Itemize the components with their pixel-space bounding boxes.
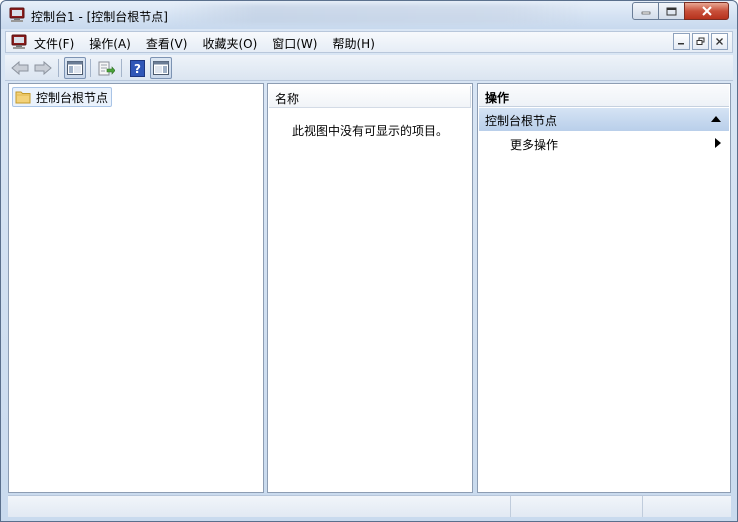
actions-pane: 操作 控制台根节点 更多操作 bbox=[477, 83, 731, 493]
toolbar-separator bbox=[58, 59, 59, 77]
status-bar bbox=[8, 495, 731, 517]
close-icon bbox=[701, 6, 712, 16]
maximize-icon bbox=[666, 7, 677, 15]
menu-favorites[interactable]: 收藏夹(O) bbox=[202, 35, 257, 52]
forward-arrow-icon bbox=[34, 61, 52, 75]
mmc-window: 控制台1 - [控制台根节点] 文件(F) 操作(A) 查看(V) 收藏夹(O)… bbox=[0, 0, 738, 522]
minimize-icon bbox=[678, 43, 684, 45]
caption-buttons bbox=[632, 2, 729, 20]
menu-bar: 文件(F) 操作(A) 查看(V) 收藏夹(O) 窗口(W) 帮助(H) bbox=[5, 31, 733, 53]
menu-view[interactable]: 查看(V) bbox=[146, 35, 188, 52]
menu-items: 文件(F) 操作(A) 查看(V) 收藏夹(O) 窗口(W) 帮助(H) bbox=[34, 35, 390, 52]
action-pane-toggle-icon bbox=[153, 61, 169, 75]
console-app-icon bbox=[9, 7, 25, 22]
tree-node-label: 控制台根节点 bbox=[36, 90, 109, 105]
toolbar-separator bbox=[121, 59, 122, 77]
back-arrow-icon bbox=[11, 61, 29, 75]
help-button[interactable]: ? bbox=[126, 57, 148, 79]
title-bar[interactable]: 控制台1 - [控制台根节点] bbox=[1, 1, 737, 29]
close-icon bbox=[716, 38, 723, 45]
collapse-triangle-icon[interactable] bbox=[711, 116, 721, 122]
tree-node-console-root[interactable]: 控制台根节点 bbox=[12, 87, 113, 107]
status-segment bbox=[510, 496, 642, 517]
mdi-child-buttons bbox=[671, 33, 728, 50]
mdi-minimize-button[interactable] bbox=[673, 33, 690, 50]
actions-group-console-root[interactable]: 控制台根节点 bbox=[479, 108, 729, 131]
toolbar-separator bbox=[90, 59, 91, 77]
export-list-button[interactable] bbox=[95, 57, 117, 79]
more-actions-label: 更多操作 bbox=[510, 138, 559, 152]
mdi-restore-button[interactable] bbox=[692, 33, 709, 50]
status-segment bbox=[642, 496, 731, 517]
blurred-taskbar-region bbox=[171, 4, 591, 24]
mdi-close-button[interactable] bbox=[711, 33, 728, 50]
minimize-button[interactable] bbox=[632, 2, 659, 20]
actions-pane-title: 操作 bbox=[479, 85, 729, 107]
console-tree-pane[interactable]: 控制台根节点 bbox=[8, 83, 264, 493]
svg-text:?: ? bbox=[134, 62, 141, 76]
submenu-arrow-icon bbox=[715, 138, 721, 148]
console-tree-toggle-icon bbox=[67, 61, 83, 75]
more-actions-item[interactable]: 更多操作 bbox=[479, 133, 729, 153]
menu-file[interactable]: 文件(F) bbox=[34, 35, 74, 52]
show-hide-console-tree-button[interactable] bbox=[64, 57, 86, 79]
back-button[interactable] bbox=[9, 57, 31, 79]
show-hide-action-pane-button[interactable] bbox=[150, 57, 172, 79]
empty-view-message: 此视图中没有可显示的项目。 bbox=[292, 124, 449, 138]
folder-icon bbox=[15, 91, 31, 104]
toolbar: ? bbox=[5, 55, 733, 81]
menu-help[interactable]: 帮助(H) bbox=[332, 35, 374, 52]
maximize-button[interactable] bbox=[658, 2, 685, 20]
restore-icon bbox=[696, 37, 705, 45]
menu-action[interactable]: 操作(A) bbox=[89, 35, 131, 52]
column-header-name[interactable]: 名称 bbox=[269, 86, 471, 108]
export-list-icon bbox=[98, 61, 115, 75]
actions-group-label: 控制台根节点 bbox=[485, 114, 558, 128]
window-title: 控制台1 - [控制台根节点] bbox=[31, 10, 168, 24]
close-button[interactable] bbox=[684, 2, 729, 20]
menu-window[interactable]: 窗口(W) bbox=[272, 35, 317, 52]
results-pane[interactable]: 名称 此视图中没有可显示的项目。 bbox=[267, 83, 473, 493]
console-system-menu-icon[interactable] bbox=[11, 34, 27, 50]
forward-button[interactable] bbox=[32, 57, 54, 79]
minimize-icon bbox=[641, 11, 650, 15]
help-icon: ? bbox=[129, 59, 145, 77]
